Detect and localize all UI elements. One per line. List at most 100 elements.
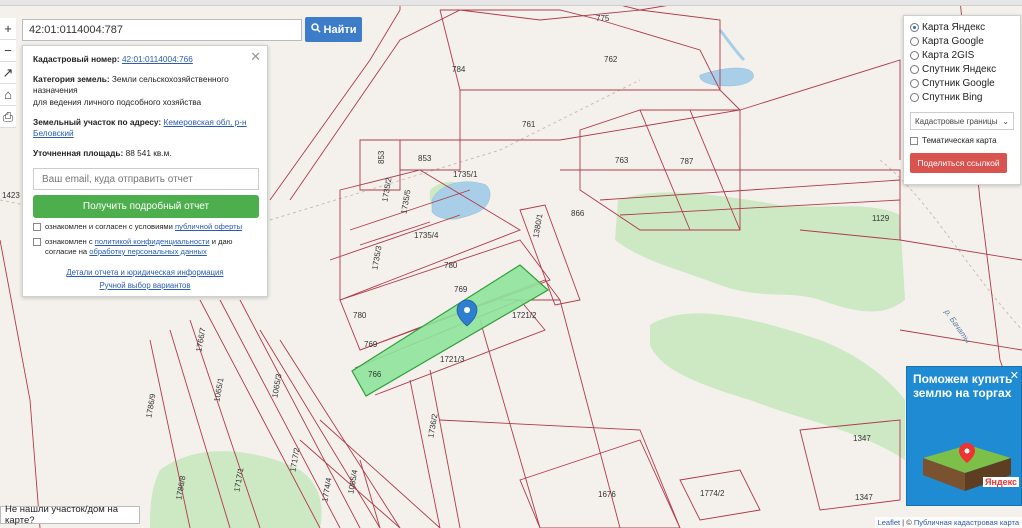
share-link-button[interactable]: Поделиться ссылкой <box>910 153 1007 173</box>
parcel-label: 780 <box>353 311 367 320</box>
zoom-in-button[interactable]: + <box>0 18 16 40</box>
area-row: Уточненная площадь: 88 541 кв.м. <box>33 148 257 159</box>
radio-button[interactable] <box>910 22 919 32</box>
ad-text: Поможем купить землю на торгах <box>913 372 1013 400</box>
cadastral-search-input[interactable] <box>22 19 302 41</box>
offer-link[interactable]: публичной оферты <box>175 222 242 231</box>
parcel-label: 766 <box>368 370 382 379</box>
parcel-label: 769 <box>454 285 468 294</box>
address-label: Земельный участок по адресу: <box>33 116 162 127</box>
base-layer-list: Карта Яндекс Карта Google Карта 2GIS Спутни… <box>910 20 1014 104</box>
home-button[interactable]: ⌂ <box>0 84 16 106</box>
parcel-label: 775 <box>596 14 610 23</box>
map-attribution: Leaflet | © Публичная кадастровая карта <box>874 517 1022 528</box>
measure-tool-button[interactable]: ↗ <box>0 62 16 84</box>
close-icon[interactable]: ✕ <box>250 49 261 65</box>
parcel-label: 1786/9 <box>144 392 157 418</box>
parcel-info-panel: ✕ Кадастровый номер: 42:01:0114004:766 К… <box>22 45 268 297</box>
water <box>431 29 754 220</box>
parcel-label: 866 <box>571 209 585 218</box>
privacy-consent-checkbox[interactable] <box>33 237 41 246</box>
parcel-label: 1735/1 <box>453 170 478 179</box>
email-field[interactable] <box>33 168 259 191</box>
thematic-map-row: Тематическая карта <box>910 136 1014 145</box>
cadastral-number-link[interactable]: 42:01:0114004:766 <box>122 54 193 64</box>
parcel-label: 1735/3 <box>370 244 383 270</box>
base-layer-option[interactable]: Карта Google <box>910 34 1014 48</box>
parcel-label: 1766/7 <box>194 326 207 352</box>
base-layer-label: Спутник Google <box>922 77 995 89</box>
report-details-link[interactable]: Детали отчета и юридическая информация <box>33 267 257 279</box>
area-label: Уточненная площадь: <box>33 148 124 159</box>
parcel-label: 1065/1 <box>212 376 225 402</box>
radio-button[interactable] <box>910 36 919 46</box>
offer-consent-checkbox[interactable] <box>33 223 41 232</box>
close-icon[interactable]: ✕ <box>1010 369 1019 382</box>
manual-choice-link[interactable]: Ручной выбор вариантов <box>33 280 257 292</box>
parcel-label: 762 <box>604 55 618 64</box>
selected-parcel[interactable] <box>351 264 550 397</box>
parcel-label: 769 <box>364 340 378 349</box>
radio-button[interactable] <box>910 50 919 60</box>
ad-banner[interactable]: Поможем купить землю на торгах ✕ Яндекс <box>906 366 1022 506</box>
browser-top-strip <box>0 0 1022 6</box>
base-layer-option[interactable]: Карта 2GIS <box>910 48 1014 62</box>
area-value: 88 541 кв.м. <box>125 148 172 159</box>
search-button-label: Найти <box>323 23 357 36</box>
land-category-row: Категория земель: Земли сельскохозяйстве… <box>33 74 257 108</box>
base-layer-label: Карта Яндекс <box>922 21 986 33</box>
base-layer-label: Спутник Bing <box>922 91 983 103</box>
overlay-select-value: Кадастровые границы <box>915 116 998 126</box>
not-found-button[interactable]: Не нашли участок/дом на карте? <box>0 504 140 526</box>
parcel-label: 1065/3 <box>270 372 283 398</box>
leaflet-link[interactable]: Leaflet <box>878 518 901 527</box>
ad-brand: Яндекс <box>982 477 1019 487</box>
map-toolstrip: + − ↗ ⌂ ⎙ <box>0 18 16 128</box>
address-row: Земельный участок по адресу: Кемеровская… <box>33 117 257 139</box>
panel-links: Детали отчета и юридическая информация Р… <box>33 267 257 292</box>
print-button[interactable]: ⎙ <box>0 106 16 128</box>
land-category-label: Категория земель: <box>33 74 110 85</box>
parcel-label: 1736/2 <box>426 412 439 438</box>
parcel-label: 763 <box>615 156 629 165</box>
zoom-out-button[interactable]: − <box>0 40 16 62</box>
base-layer-option[interactable]: Спутник Google <box>910 76 1014 90</box>
base-layer-label: Спутник Яндекс <box>922 63 997 75</box>
pkk-link[interactable]: Публичная кадастровая карта <box>914 518 1019 527</box>
cadastral-number-label: Кадастровый номер: <box>33 54 120 64</box>
thematic-map-checkbox[interactable] <box>910 137 918 145</box>
base-layer-option[interactable]: Спутник Bing <box>910 90 1014 104</box>
radio-button[interactable] <box>910 64 919 74</box>
parcel-label: 1735/5 <box>399 188 412 214</box>
cadastral-number-row: Кадастровый номер: 42:01:0114004:766 <box>33 54 257 65</box>
offer-consent-row: ознакомлен и согласен с условиями публич… <box>33 222 257 232</box>
parcel-label: 1717/2 <box>288 446 301 472</box>
parcel-label: 1423 <box>2 191 20 200</box>
parcel-label: 1676 <box>598 490 616 499</box>
privacy-consent-row: ознакомлен с политикой конфиденциальност… <box>33 237 257 258</box>
parcel-label: 787 <box>680 157 694 166</box>
search-button[interactable]: Найти <box>305 17 362 42</box>
search-icon <box>310 23 321 36</box>
parcel-label: 780 <box>444 261 458 270</box>
base-layer-option[interactable]: Спутник Яндекс <box>910 62 1014 76</box>
base-layer-label: Карта Google <box>922 35 984 47</box>
thematic-map-label: Тематическая карта <box>922 136 997 145</box>
base-layer-option[interactable]: Карта Яндекс <box>910 20 1014 34</box>
parcel-label: 1347 <box>855 493 873 502</box>
radio-button[interactable] <box>910 78 919 88</box>
parcel-label: 853 <box>418 154 432 163</box>
parcel-label: 784 <box>452 65 466 74</box>
parcel-label: 1735/2 <box>380 176 393 202</box>
privacy-consent-text: ознакомлен с политикой конфиденциальност… <box>45 236 233 256</box>
personal-data-link[interactable]: обработку персональных данных <box>89 247 207 256</box>
privacy-policy-link[interactable]: политикой конфиденциальности <box>95 237 210 246</box>
parcel-label: 1721/3 <box>440 355 465 364</box>
chevron-down-icon: ⌄ <box>1002 116 1009 126</box>
radio-button[interactable] <box>910 92 919 102</box>
get-report-button[interactable]: Получить подробный отчет <box>33 195 259 219</box>
overlay-select[interactable]: Кадастровые границы ⌄ <box>910 112 1014 130</box>
parcel-label: 1380/1 <box>531 212 544 238</box>
offer-consent-text: ознакомлен и согласен с условиями публич… <box>45 222 243 232</box>
base-layer-label: Карта 2GIS <box>922 49 975 61</box>
